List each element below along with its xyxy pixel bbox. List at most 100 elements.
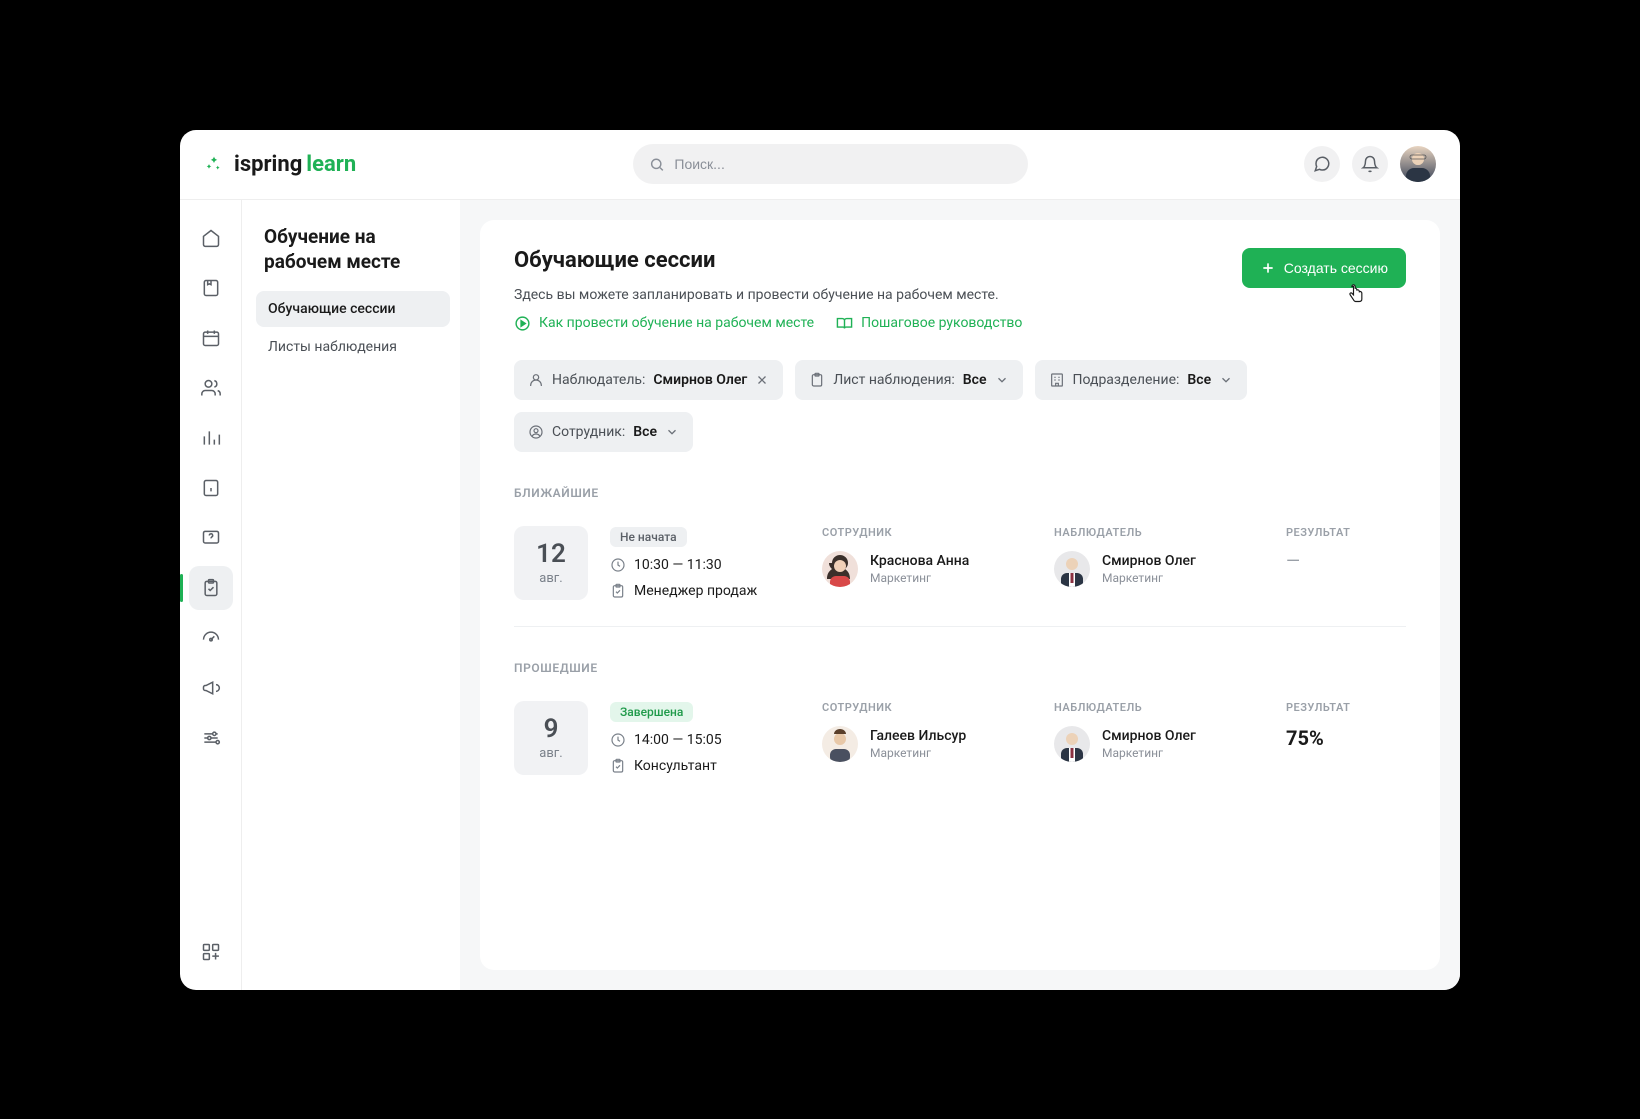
date-month: авг. (539, 746, 562, 761)
create-session-button[interactable]: Создать сессию (1242, 248, 1406, 288)
sheet-line: Консультант (610, 758, 800, 774)
building-icon (1049, 372, 1065, 388)
filter-department-value: Все (1187, 372, 1211, 388)
search-wrap (356, 144, 1304, 184)
rail-calendar[interactable] (189, 316, 233, 360)
employee-dept: Маркетинг (870, 571, 969, 585)
create-session-label: Создать сессию (1284, 260, 1388, 276)
rail-reports[interactable] (189, 416, 233, 460)
observer-col: НАБЛЮДАТЕЛЬ Смирнов Олег Маркетинг (1054, 701, 1264, 762)
search-box[interactable] (633, 144, 1028, 184)
rail-apps[interactable] (189, 930, 233, 974)
date-month: авг. (539, 571, 562, 586)
user-icon (528, 372, 544, 388)
app-window: ispring learn (180, 130, 1460, 990)
bell-icon (1361, 155, 1379, 173)
status-badge: Не начата (610, 527, 687, 547)
panel-title: Обучение на рабочем месте (256, 220, 450, 291)
observer-avatar (1054, 551, 1090, 587)
observer-person: Смирнов Олег Маркетинг (1054, 726, 1264, 762)
rail-performance[interactable] (189, 616, 233, 660)
menu-item-sheets[interactable]: Листы наблюдения (256, 329, 450, 365)
filter-sheet-value: Все (963, 372, 987, 388)
logo[interactable]: ispring learn (204, 152, 356, 177)
clipboard-check-icon (610, 758, 626, 774)
employee-dept: Маркетинг (870, 746, 966, 760)
icon-rail (180, 200, 242, 990)
observer-name: Смирнов Олег (1102, 728, 1196, 744)
employee-col: СОТРУДНИК Галеев Ильсур Маркетинг (822, 701, 1032, 762)
sheet-value: Менеджер продаж (634, 583, 757, 599)
observer-name: Смирнов Олег (1102, 553, 1196, 569)
filter-observer-value: Смирнов Олег (653, 372, 747, 388)
result-value: 75% (1286, 726, 1406, 750)
employee-name: Краснова Анна (870, 553, 969, 569)
logo-icon (204, 154, 224, 174)
employee-person: Краснова Анна Маркетинг (822, 551, 1032, 587)
result-value: — (1286, 551, 1406, 572)
filter-department-label: Подразделение: (1073, 372, 1180, 388)
filters-row: Наблюдатель: Смирнов Олег Лист наблюдени… (514, 360, 1406, 452)
link-how-to[interactable]: Как провести обучение на рабочем месте (514, 315, 814, 332)
sheet-line: Менеджер продаж (610, 583, 800, 599)
link-guide[interactable]: Пошаговое руководство (836, 315, 1022, 332)
rail-announce[interactable] (189, 666, 233, 710)
panel-menu: Обучающие сессии Листы наблюдения (256, 291, 450, 365)
result-col-label: РЕЗУЛЬТАТ (1286, 526, 1406, 539)
section-upcoming-label: БЛИЖАЙШИЕ (514, 486, 1406, 500)
clock-icon (610, 557, 626, 573)
chat-button[interactable] (1304, 146, 1340, 182)
date-day: 12 (536, 539, 566, 569)
session-row-upcoming[interactable]: 12 авг. Не начата 10:30 — 11:30 Менеджер… (514, 500, 1406, 627)
rail-help[interactable] (189, 516, 233, 560)
side-panel: Обучение на рабочем месте Обучающие сесс… (242, 200, 460, 990)
filter-sheet-label: Лист наблюдения: (833, 372, 954, 388)
clipboard-check-icon (610, 583, 626, 599)
observer-person: Смирнов Олег Маркетинг (1054, 551, 1264, 587)
employee-col-label: СОТРУДНИК (822, 526, 1032, 539)
filter-observer-label: Наблюдатель: (552, 372, 645, 388)
notifications-button[interactable] (1352, 146, 1388, 182)
filter-employee-label: Сотрудник: (552, 424, 625, 440)
result-col: РЕЗУЛЬТАТ 75% (1286, 701, 1406, 750)
observer-dept: Маркетинг (1102, 571, 1196, 585)
page-title: Обучающие сессии (514, 248, 1022, 273)
plus-icon (1260, 260, 1276, 276)
rail-courses[interactable] (189, 266, 233, 310)
chevron-down-icon (1219, 373, 1233, 387)
time-value: 10:30 — 11:30 (634, 557, 722, 573)
play-circle-icon (514, 315, 531, 332)
search-input[interactable] (674, 156, 1011, 172)
filter-observer[interactable]: Наблюдатель: Смирнов Олег (514, 360, 783, 400)
clear-icon[interactable] (755, 373, 769, 387)
rail-users[interactable] (189, 366, 233, 410)
cursor-pointer-icon (1346, 283, 1366, 308)
rail-settings[interactable] (189, 716, 233, 760)
employee-avatar (822, 726, 858, 762)
chevron-down-icon (665, 425, 679, 439)
body-wrap: Обучение на рабочем месте Обучающие сесс… (180, 200, 1460, 990)
main-area: Обучающие сессии Здесь вы можете заплани… (460, 200, 1460, 990)
filter-department[interactable]: Подразделение: Все (1035, 360, 1248, 400)
user-avatar[interactable] (1400, 146, 1436, 182)
filter-sheet[interactable]: Лист наблюдения: Все (795, 360, 1022, 400)
employee-col: СОТРУДНИК Краснова Анна Маркетинг (822, 526, 1032, 587)
logo-text-ispring: ispring (234, 152, 302, 177)
rail-ojt[interactable] (189, 566, 233, 610)
session-info: Завершена 14:00 — 15:05 Консультант (610, 701, 800, 774)
rail-home[interactable] (189, 216, 233, 260)
section-past-label: ПРОШЕДШИЕ (514, 661, 1406, 675)
link-guide-label: Пошаговое руководство (861, 315, 1022, 331)
session-info: Не начата 10:30 — 11:30 Менеджер продаж (610, 526, 800, 599)
employee-avatar (822, 551, 858, 587)
status-badge: Завершена (610, 702, 693, 722)
time-line: 14:00 — 15:05 (610, 732, 800, 748)
filter-employee[interactable]: Сотрудник: Все (514, 412, 693, 452)
session-row-past[interactable]: 9 авг. Завершена 14:00 — 15:05 Консульта… (514, 675, 1406, 801)
date-block: 12 авг. (514, 526, 588, 600)
rail-info[interactable] (189, 466, 233, 510)
date-day: 9 (544, 714, 559, 744)
page-subtitle: Здесь вы можете запланировать и провести… (514, 287, 1022, 303)
menu-item-sessions[interactable]: Обучающие сессии (256, 291, 450, 327)
employee-name: Галеев Ильсур (870, 728, 966, 744)
